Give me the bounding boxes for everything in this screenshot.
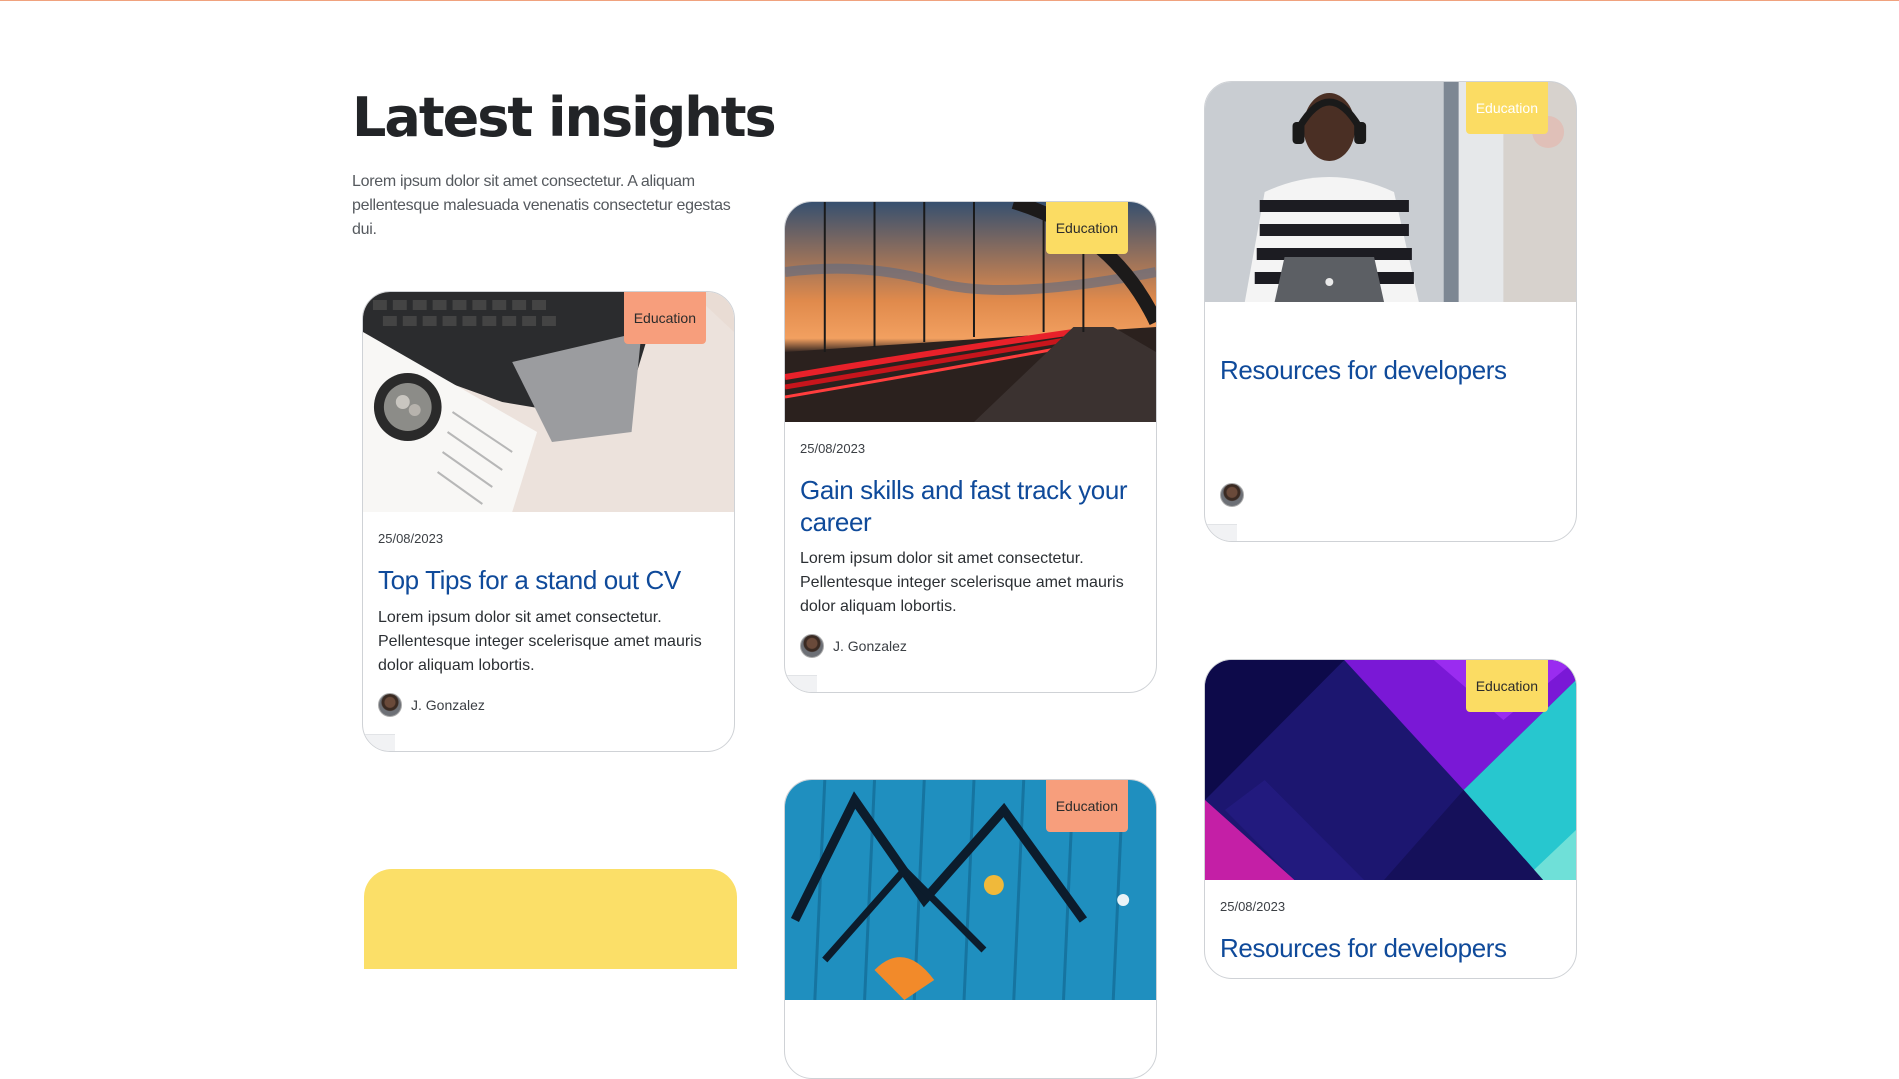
section-intro: Lorem ipsum dolor sit amet consectetur. … — [352, 173, 731, 238]
card-corner-tab — [363, 734, 395, 751]
article-card[interactable]: Education 25/08/2023 Top Tips for a stan… — [362, 291, 735, 752]
card-description: Lorem ipsum dolor sit amet consectetur. … — [800, 550, 1124, 615]
article-card[interactable]: Education Resources for developers — [1204, 81, 1577, 542]
article-card[interactable]: Education 25/08/2023 Resources for devel… — [1204, 659, 1577, 979]
category-badge[interactable]: Education — [1465, 660, 1548, 712]
section-title: Latest insights — [352, 86, 777, 149]
card-title[interactable]: Resources for developers — [1220, 932, 1561, 964]
avatar — [378, 693, 402, 717]
category-badge[interactable]: Education — [623, 292, 706, 344]
card-corner-tab — [785, 675, 817, 692]
card-title[interactable]: Gain skills and fast track your career — [800, 474, 1141, 538]
category-badge[interactable]: Education — [1045, 780, 1128, 832]
top-accent-line — [0, 0, 1899, 1]
category-badge[interactable]: Education — [1045, 202, 1128, 254]
card-title[interactable]: Top Tips for a stand out CV — [378, 564, 719, 596]
article-card[interactable]: Education 25/08/2023 Gain skills and fas… — [784, 201, 1157, 693]
card-date: 25/08/2023 — [800, 441, 866, 456]
card-description: Lorem ipsum dolor sit amet consectetur. … — [378, 609, 702, 674]
card-author — [1220, 483, 1244, 507]
card-date: 25/08/2023 — [378, 531, 444, 546]
avatar — [1220, 483, 1244, 507]
card-date: 25/08/2023 — [1220, 899, 1286, 914]
author-name: J. Gonzalez — [411, 697, 485, 713]
avatar — [800, 634, 824, 658]
article-card[interactable]: Education — [784, 779, 1157, 1079]
card-title[interactable]: Resources for developers — [1220, 354, 1561, 386]
card-author: J. Gonzalez — [800, 634, 907, 658]
featured-card-partial[interactable] — [364, 869, 737, 969]
card-author: J. Gonzalez — [378, 693, 485, 717]
author-name: J. Gonzalez — [833, 638, 907, 654]
category-badge[interactable]: Education — [1465, 82, 1548, 134]
card-corner-tab — [1205, 524, 1237, 541]
